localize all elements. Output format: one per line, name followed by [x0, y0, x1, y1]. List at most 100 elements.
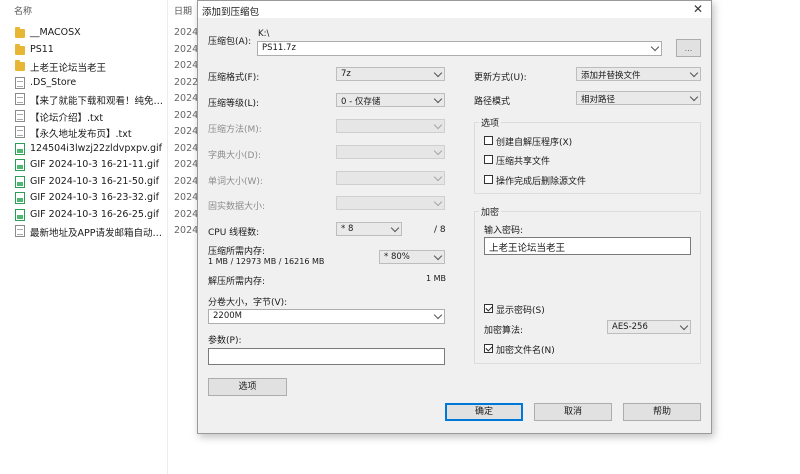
- cpu-combo[interactable]: * 8: [336, 222, 402, 236]
- level-combo[interactable]: 0 - 仅存储: [336, 93, 445, 107]
- column-header-name[interactable]: 名称: [14, 4, 32, 17]
- file-name: 上老王论坛当老王: [30, 63, 107, 74]
- list-item[interactable]: .DS_Store 2022/: [14, 75, 198, 91]
- shared-label[interactable]: 压缩共享文件: [496, 154, 550, 167]
- enc-method-value: AES-256: [612, 322, 648, 332]
- file-date: 2024/: [174, 43, 198, 55]
- file-date: 2024/: [174, 208, 198, 220]
- archive-path: K:\: [258, 29, 270, 39]
- file-name: GIF 2024-10-3 16-23-32.gif: [30, 192, 159, 203]
- file-date: 2024/: [174, 60, 198, 71]
- list-item[interactable]: 【论坛介绍】.txt 2024/: [14, 108, 198, 124]
- list-item[interactable]: __MACOSX 2024/: [14, 25, 198, 41]
- browse-button[interactable]: ...: [676, 39, 701, 57]
- split-label: 分卷大小，字节(V):: [208, 298, 288, 308]
- chevron-down-icon: [689, 92, 699, 102]
- file-name: PS11: [30, 43, 54, 55]
- word-combo: [336, 171, 445, 185]
- cpu-label: CPU 线程数:: [208, 228, 260, 238]
- column-header-date[interactable]: 日期: [174, 4, 192, 17]
- list-item[interactable]: 【永久地址发布页】.txt 2024/: [14, 124, 198, 140]
- help-button[interactable]: 帮助: [623, 403, 701, 421]
- mem-percent-combo[interactable]: * 80%: [379, 250, 445, 264]
- list-item[interactable]: 【来了就能下载和观看！纯免… 2024/: [14, 91, 198, 107]
- archive-name-combo[interactable]: PS11.7z: [257, 41, 662, 56]
- shared-checkbox[interactable]: [484, 155, 493, 164]
- path-label: 路径模式: [474, 97, 511, 107]
- archive-name-value: PS11.7z: [262, 43, 296, 53]
- format-combo[interactable]: 7z: [336, 67, 445, 81]
- chevron-down-icon: [433, 146, 443, 156]
- path-combo[interactable]: 相对路径: [576, 91, 701, 105]
- file-name: __MACOSX: [30, 27, 81, 38]
- format-label: 压缩格式(F):: [208, 73, 260, 83]
- sfx-checkbox[interactable]: [484, 136, 493, 145]
- image-file-icon: [15, 208, 25, 221]
- list-item[interactable]: GIF 2024-10-3 16-23-32.gif 2024/: [14, 190, 198, 206]
- mem-decomp-label: 解压所需内存:: [208, 277, 266, 287]
- params-input[interactable]: [208, 348, 445, 365]
- encrypt-names-label[interactable]: 加密文件名(N): [496, 343, 555, 356]
- options-group-title: 选项: [479, 116, 502, 129]
- enc-method-combo[interactable]: AES-256: [607, 320, 691, 334]
- show-password-checkbox[interactable]: [484, 304, 493, 313]
- document-icon: [15, 93, 25, 105]
- show-password-label[interactable]: 显示密码(S): [496, 303, 545, 316]
- format-value: 7z: [341, 69, 351, 79]
- file-name: .DS_Store: [30, 76, 77, 88]
- chevron-down-icon[interactable]: [650, 42, 660, 52]
- image-file-icon: [15, 159, 25, 171]
- update-combo[interactable]: 添加并替换文件: [576, 67, 701, 81]
- cancel-button[interactable]: 取消: [534, 403, 612, 421]
- encrypt-names-checkbox[interactable]: [484, 344, 493, 353]
- delete-source-label[interactable]: 操作完成后删除源文件: [496, 174, 586, 187]
- list-item[interactable]: GIF 2024-10-3 16-21-50.gif 2024/: [14, 174, 198, 190]
- word-label: 单词大小(W):: [208, 177, 263, 187]
- list-item[interactable]: GIF 2024-10-3 16-21-11.gif 2024/: [14, 157, 198, 173]
- dict-combo: [336, 145, 445, 159]
- folder-icon: [15, 60, 25, 71]
- solid-label: 固实数据大小:: [208, 202, 266, 212]
- file-name: GIF 2024-10-3 16-26-25.gif: [30, 208, 159, 220]
- file-name: 124504i3lwzj22zldvpxpv.gif: [30, 142, 162, 154]
- options-button[interactable]: 选项: [208, 378, 287, 396]
- file-name: GIF 2024-10-3 16-21-11.gif: [30, 159, 159, 170]
- update-label: 更新方式(U):: [474, 73, 527, 83]
- list-item[interactable]: 124504i3lwzj22zldvpxpv.gif 2024/: [14, 141, 198, 157]
- list-item[interactable]: 上老王论坛当老王 2024/: [14, 58, 198, 74]
- file-name: 最新地址及APP请发邮箱自动…: [30, 228, 162, 239]
- password-value: 上老王论坛当老王: [489, 243, 566, 254]
- document-icon: [15, 225, 25, 237]
- close-icon[interactable]: ✕: [693, 2, 703, 16]
- password-label: 输入密码:: [484, 226, 524, 236]
- folder-icon: [15, 43, 25, 55]
- method-combo: [336, 119, 445, 133]
- password-input[interactable]: 上老王论坛当老王: [484, 237, 691, 255]
- add-to-archive-dialog: 添加到压缩包 ✕ 压缩包(A): K:\ PS11.7z ... 压缩格式(F)…: [197, 0, 712, 434]
- solid-combo: [336, 196, 445, 210]
- split-combo[interactable]: 2200M: [208, 309, 445, 324]
- chevron-down-icon: [679, 321, 689, 331]
- mem-percent-value: * 80%: [384, 252, 410, 262]
- list-item[interactable]: GIF 2024-10-3 16-26-25.gif 2024/: [14, 207, 198, 223]
- title-bar[interactable]: 添加到压缩包 ✕: [198, 1, 711, 18]
- file-date: 2024/: [174, 175, 198, 187]
- list-item[interactable]: PS11 2024/: [14, 42, 198, 58]
- method-label: 压缩方法(M):: [208, 125, 262, 135]
- mem-comp-label: 压缩所需内存:: [208, 247, 266, 257]
- image-file-icon: [15, 192, 25, 204]
- file-date: 2024/: [174, 27, 198, 38]
- file-date: 2024/: [174, 93, 198, 104]
- chevron-down-icon: [433, 94, 443, 104]
- delete-source-checkbox[interactable]: [484, 175, 493, 184]
- file-date: 2022/: [174, 76, 198, 88]
- sfx-label[interactable]: 创建自解压程序(X): [496, 135, 572, 148]
- file-name: GIF 2024-10-3 16-21-50.gif: [30, 175, 159, 187]
- document-icon: [15, 76, 25, 89]
- list-item[interactable]: 最新地址及APP请发邮箱自动… 2024/: [14, 223, 198, 239]
- chevron-down-icon: [433, 197, 443, 207]
- update-value: 添加并替换文件: [581, 71, 641, 81]
- params-label: 参数(P):: [208, 336, 242, 346]
- chevron-down-icon: [433, 172, 443, 182]
- ok-button[interactable]: 确定: [445, 403, 523, 421]
